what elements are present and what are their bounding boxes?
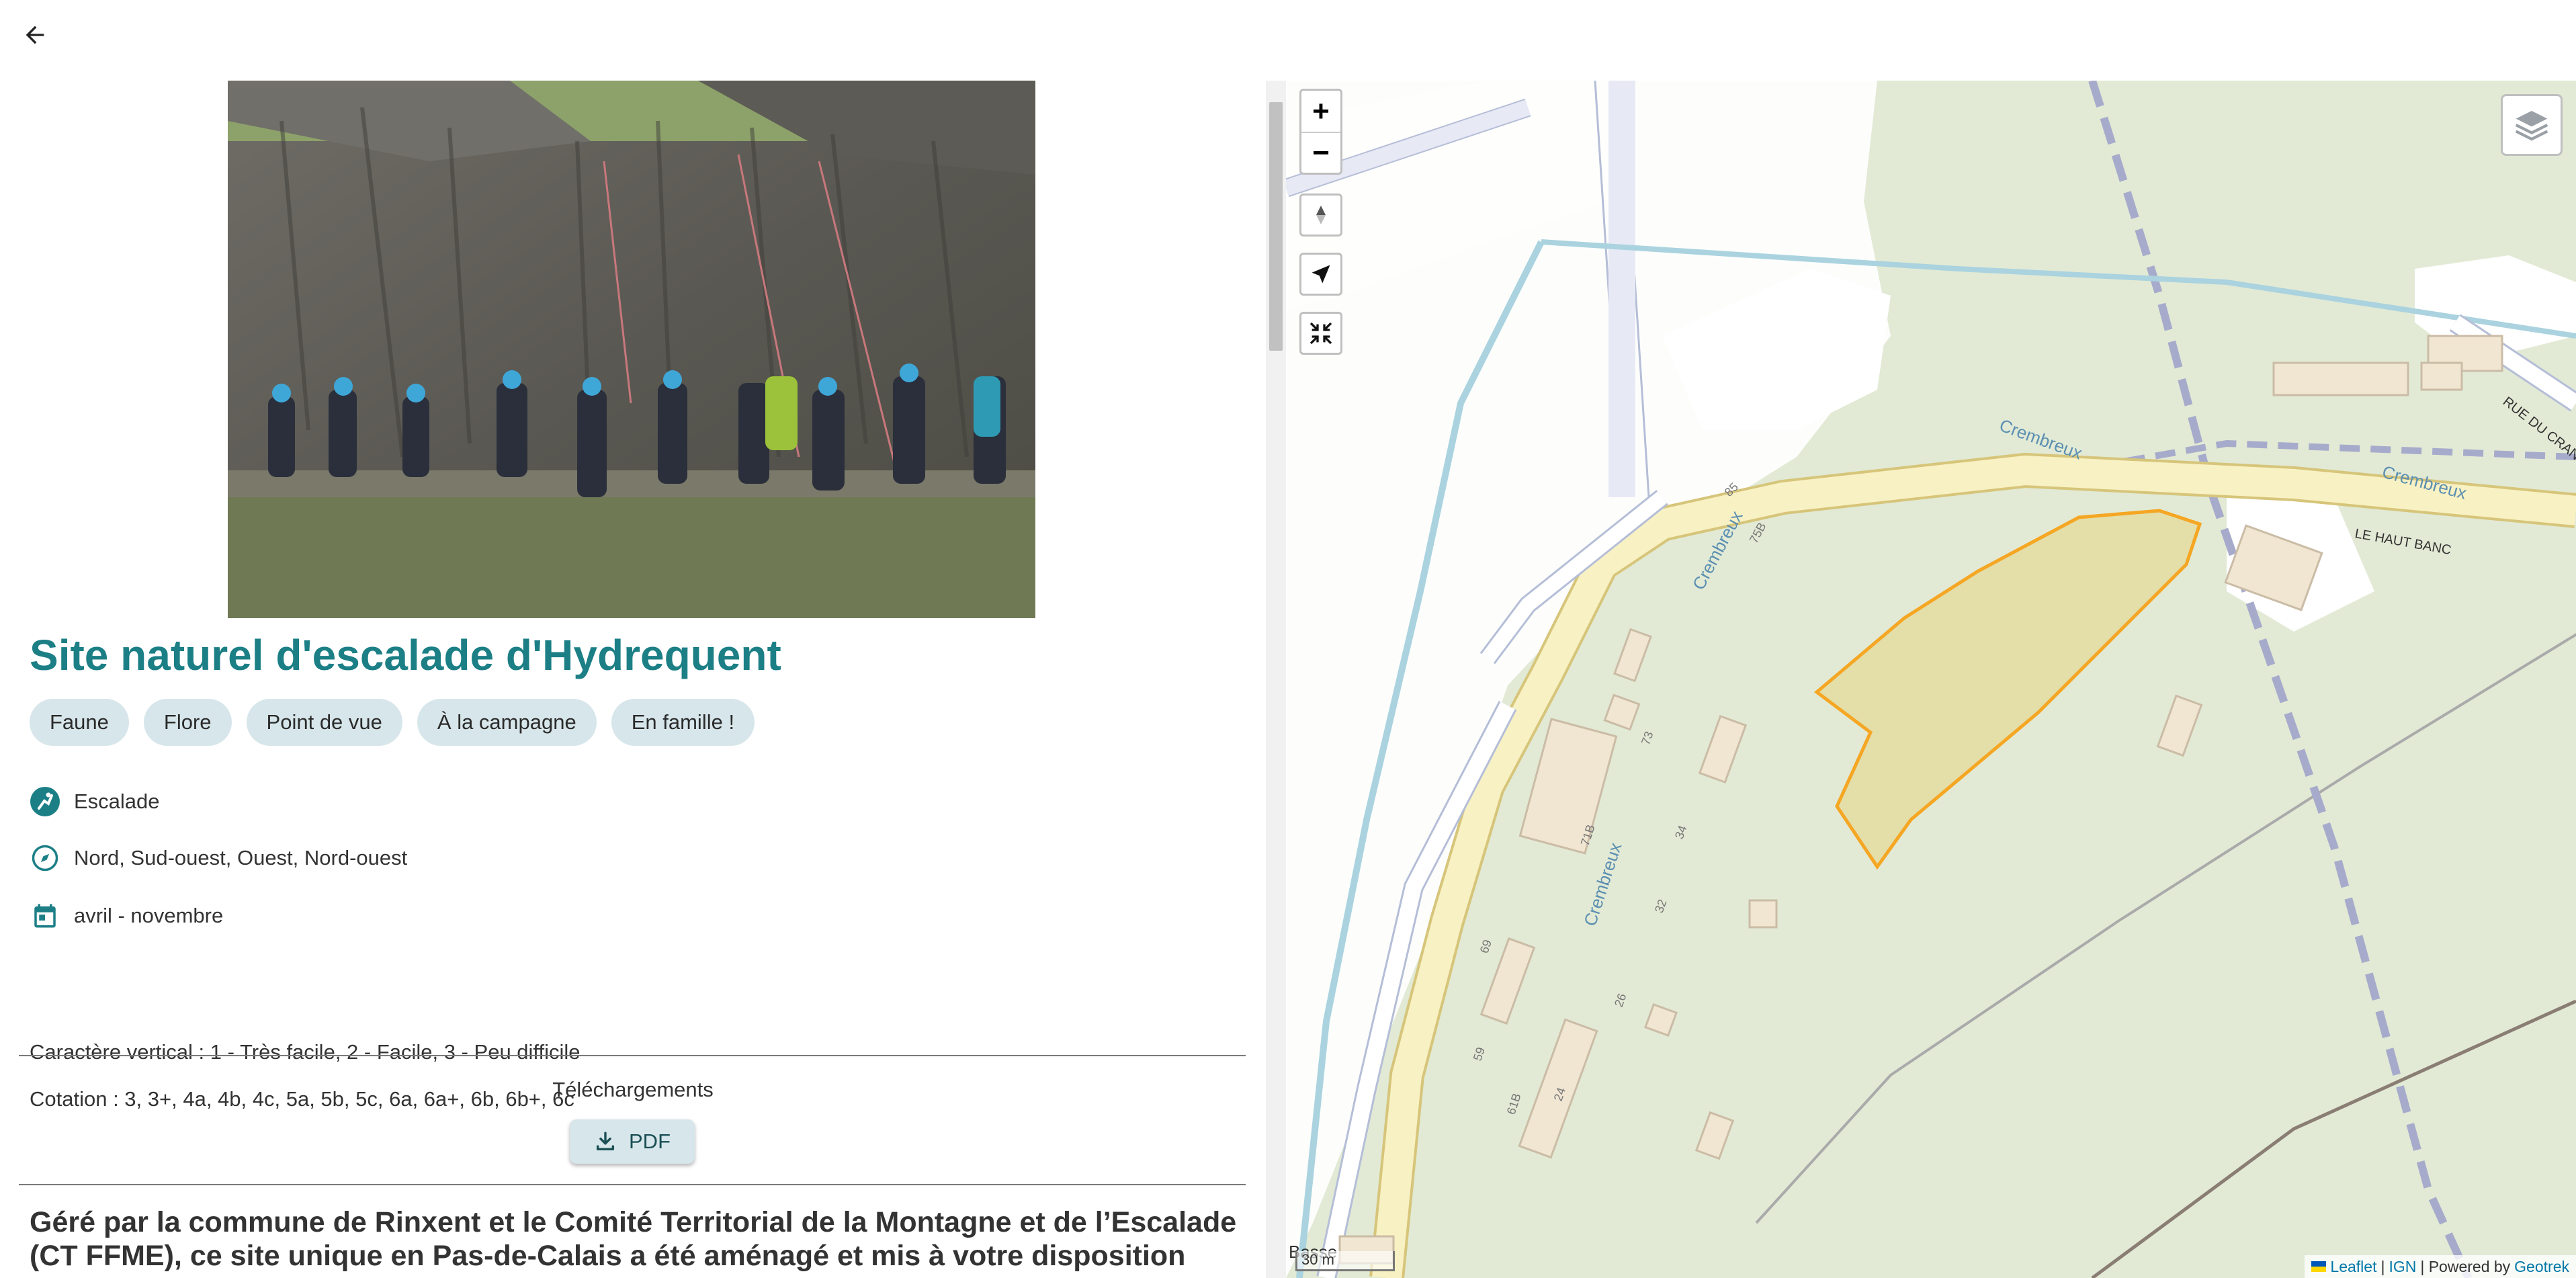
pdf-label: PDF xyxy=(629,1130,671,1153)
orientation-row: Nord, Sud-ouest, Ouest, Nord-ouest xyxy=(30,843,407,874)
compass-icon xyxy=(30,843,60,874)
site-description: Géré par la commune de Rinxent et le Com… xyxy=(30,1206,1237,1272)
ukraine-flag-icon xyxy=(2311,1261,2327,1272)
vertical-character: Caractère vertical : 1 - Très facile, 2 … xyxy=(30,1040,581,1064)
house-number: 85 xyxy=(1722,480,1741,499)
house-number: 59 xyxy=(1471,1046,1488,1062)
period-label: avril - novembre xyxy=(74,904,224,927)
stream-label: Crembreux xyxy=(2380,462,2468,503)
orientation-label: Nord, Sud-ouest, Ouest, Nord-ouest xyxy=(74,846,408,869)
tag-chip: Flore xyxy=(143,699,232,746)
scrollbar-thumb[interactable] xyxy=(1269,102,1283,351)
map-scale: 30 m xyxy=(1295,1251,1395,1271)
divider xyxy=(19,1055,1246,1056)
downloads-title: Téléchargements xyxy=(552,1078,714,1101)
pdf-download-button[interactable]: PDF xyxy=(570,1119,695,1164)
house-number: 69 xyxy=(1477,938,1494,955)
house-number: 71B xyxy=(1578,823,1598,848)
site-photo xyxy=(228,81,1035,618)
map-attribution: Leaflet | IGN | Powered by Geotrek xyxy=(2305,1255,2576,1278)
download-icon xyxy=(596,1132,615,1151)
map-view[interactable]: Crembreux Crembreux Crembreux Crembreux … xyxy=(1286,81,2576,1278)
practice-label: Escalade xyxy=(74,790,160,813)
top-bar xyxy=(0,0,2576,81)
stream-label: Crembreux xyxy=(1997,415,2085,463)
tag-list: Faune Flore Point de vue À la campagne E… xyxy=(30,699,755,746)
geotrek-link[interactable]: Geotrek xyxy=(2514,1258,2569,1276)
house-number: 34 xyxy=(1672,824,1690,841)
house-number: 32 xyxy=(1652,898,1670,915)
tag-chip: Faune xyxy=(30,699,129,746)
tag-chip: En famille ! xyxy=(611,699,755,746)
house-number: 24 xyxy=(1551,1086,1568,1103)
ign-link[interactable]: IGN xyxy=(2389,1258,2416,1276)
house-number: 26 xyxy=(1612,992,1629,1009)
arrow-left-icon xyxy=(26,26,44,44)
stream-label: Crembreux xyxy=(1580,840,1625,929)
period-row: avril - novembre xyxy=(30,900,223,931)
locate-button[interactable] xyxy=(1299,253,1342,296)
navigation-arrow-icon xyxy=(1312,265,1330,284)
house-number: 61B xyxy=(1504,1092,1524,1117)
separator: | xyxy=(2380,1257,2385,1275)
road-label: RUE DU CRAN xyxy=(2500,394,2576,464)
leaflet-link[interactable]: Leaflet xyxy=(2330,1258,2376,1276)
panel-scrollbar[interactable] xyxy=(1266,81,1286,1278)
layers-button[interactable] xyxy=(2501,94,2563,156)
tag-chip: Point de vue xyxy=(246,699,402,746)
calendar-icon xyxy=(30,900,60,931)
detail-panel: Site naturel d'escalade d'Hydrequent Fau… xyxy=(0,81,1266,1278)
map-labels: Crembreux Crembreux Crembreux Crembreux … xyxy=(1289,394,2576,1262)
zoom-control: + − xyxy=(1299,89,1342,175)
tag-chip: À la campagne xyxy=(417,699,597,746)
back-button[interactable] xyxy=(19,19,51,51)
powered-by-text: | Powered by xyxy=(2420,1257,2511,1275)
practice-row: Escalade xyxy=(30,786,160,817)
divider xyxy=(19,1184,1246,1185)
reset-north-button[interactable] xyxy=(1299,194,1342,237)
north-arrow-icon xyxy=(1316,206,1326,224)
climbing-icon xyxy=(30,786,60,817)
zoom-in-button[interactable]: + xyxy=(1301,91,1340,132)
layers-icon xyxy=(2515,111,2548,141)
house-number: 75B xyxy=(1747,520,1769,546)
page-title: Site naturel d'escalade d'Hydrequent xyxy=(30,631,781,679)
road-label: LE HAUT BANC xyxy=(2354,526,2452,558)
collapse-icon xyxy=(1310,322,1332,345)
fullscreen-exit-button[interactable] xyxy=(1299,312,1342,355)
zoom-out-button[interactable]: − xyxy=(1301,132,1340,173)
stream-label: Crembreux xyxy=(1688,507,1747,593)
house-number: 73 xyxy=(1639,730,1656,747)
